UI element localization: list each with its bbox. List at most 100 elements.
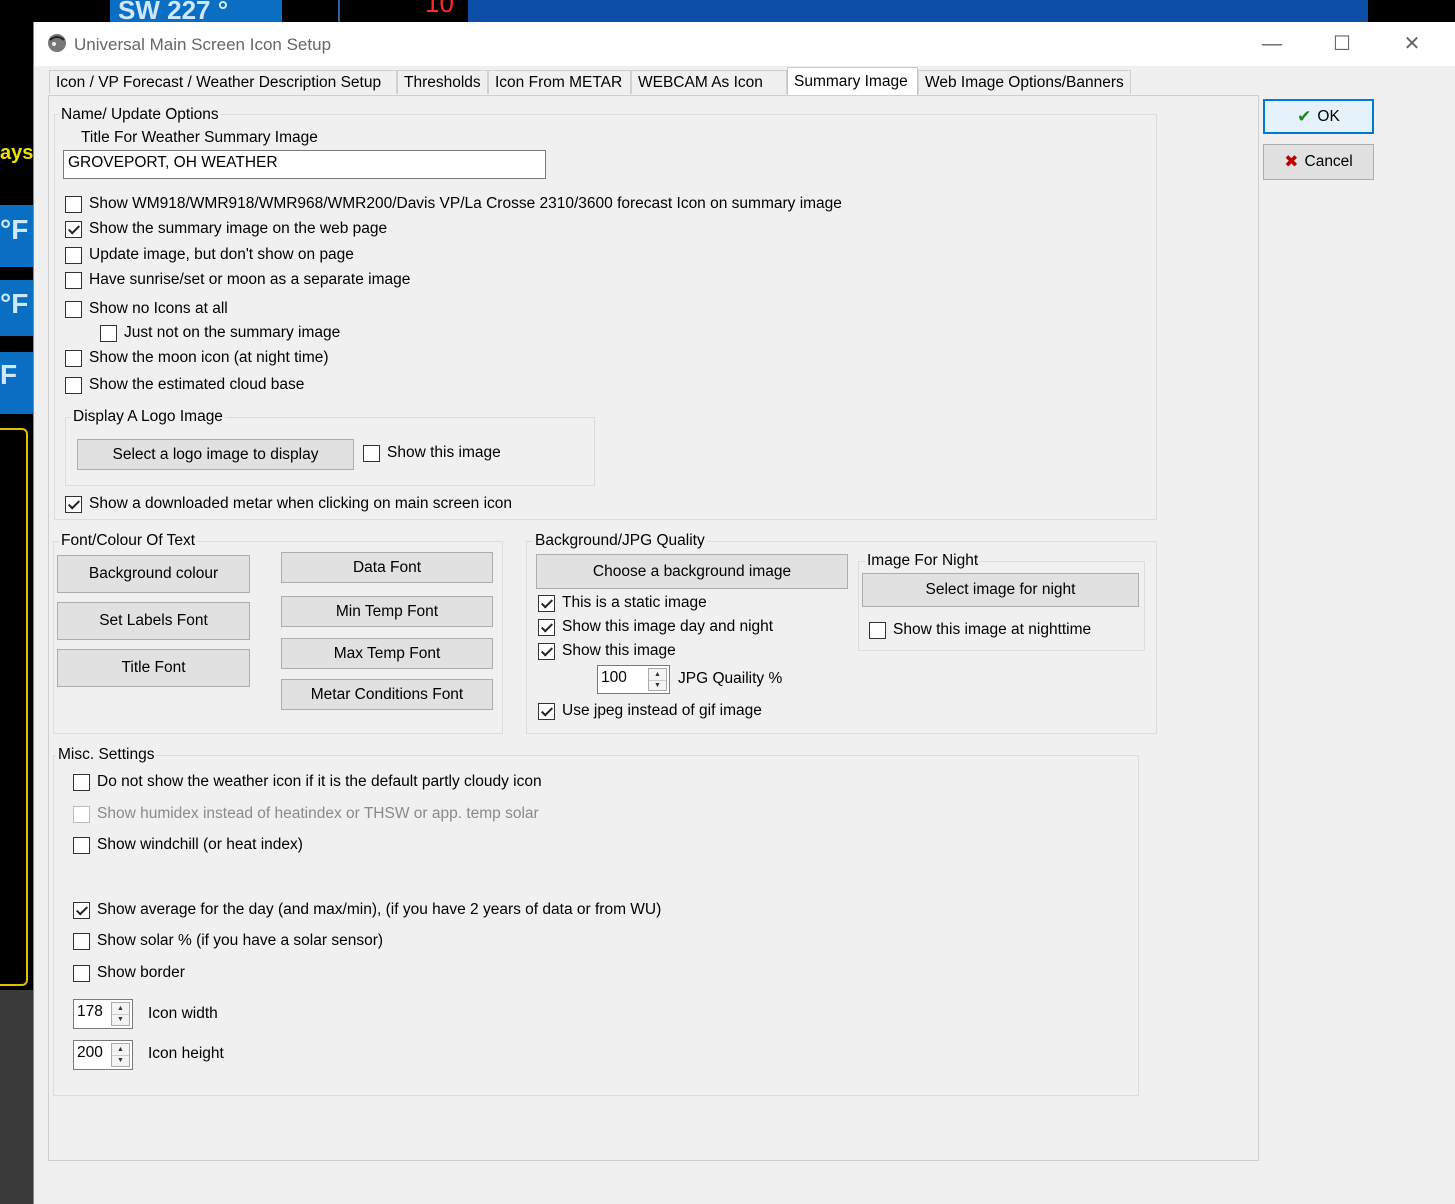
bg-graph	[468, 0, 1368, 22]
checkbox[interactable]	[65, 195, 82, 213]
logo-group-label: Display A Logo Image	[71, 408, 225, 426]
icon-width-spinner[interactable]: 178 ▲ ▼	[73, 999, 133, 1029]
cb-static-image[interactable]: This is a static image	[538, 594, 707, 612]
divider	[338, 0, 340, 22]
cb-show-moon-icon[interactable]: Show the moon icon (at night time)	[65, 349, 329, 367]
jpg-quality-label: JPG Quaility %	[678, 670, 783, 687]
checkbox[interactable]	[538, 594, 555, 612]
cb-show-average[interactable]: Show average for the day (and max/min), …	[73, 901, 661, 919]
tab-thresholds[interactable]: Thresholds	[397, 70, 488, 94]
checkbox[interactable]	[65, 300, 82, 318]
cb-just-not-summary[interactable]: Just not on the summary image	[100, 324, 340, 342]
cb-show-cloud-base[interactable]: Show the estimated cloud base	[65, 376, 304, 394]
bg-frame	[0, 428, 28, 986]
cb-show-summary-on-web[interactable]: Show the summary image on the web page	[65, 220, 387, 238]
select-night-image-button[interactable]: Select image for night	[862, 573, 1139, 607]
checkbox[interactable]	[538, 618, 555, 636]
cb-show-no-icons[interactable]: Show no Icons at all	[65, 300, 228, 318]
dialog-window: Universal Main Screen Icon Setup — ☐ ✕ I…	[33, 22, 1455, 1204]
max-temp-font-button[interactable]: Max Temp Font	[281, 638, 493, 669]
bg-days-text: ays	[0, 142, 34, 164]
minimize-button[interactable]: —	[1249, 30, 1295, 58]
cb-no-default-icon[interactable]: Do not show the weather icon if it is th…	[73, 773, 542, 791]
checkbox[interactable]	[538, 702, 555, 720]
title-field-label: Title For Weather Summary Image	[81, 129, 318, 146]
checkbox[interactable]	[538, 642, 555, 660]
spinner-arrows[interactable]: ▲ ▼	[111, 1043, 130, 1067]
cb-show-solar[interactable]: Show solar % (if you have a solar sensor…	[73, 932, 383, 950]
cb-use-jpeg[interactable]: Use jpeg instead of gif image	[538, 702, 762, 720]
checkbox[interactable]	[73, 773, 90, 791]
spin-down-icon[interactable]: ▼	[112, 1055, 129, 1066]
tab-icon-vp-forecast[interactable]: Icon / VP Forecast / Weather Description…	[49, 70, 397, 94]
icon-height-label: Icon height	[148, 1045, 224, 1062]
cb-day-and-night[interactable]: Show this image day and night	[538, 618, 773, 636]
background-jpg-group-label: Background/JPG Quality	[533, 532, 707, 550]
title-font-button[interactable]: Title Font	[57, 649, 250, 687]
checkbox[interactable]	[100, 324, 117, 342]
cb-show-at-nighttime[interactable]: Show this image at nighttime	[869, 621, 1091, 639]
font-colour-group-label: Font/Colour Of Text	[59, 532, 198, 550]
name-update-group-label: Name/ Update Options	[59, 106, 221, 124]
cb-sunrise-separate[interactable]: Have sunrise/set or moon as a separate i…	[65, 271, 410, 289]
checkbox[interactable]	[73, 901, 90, 919]
bg-number: 10	[425, 0, 454, 18]
checkbox[interactable]	[65, 349, 82, 367]
checkbox[interactable]	[73, 836, 90, 854]
checkbox[interactable]	[65, 220, 82, 238]
spin-down-icon[interactable]: ▼	[649, 680, 666, 691]
cb-show-border[interactable]: Show border	[73, 964, 185, 982]
window-title: Universal Main Screen Icon Setup	[74, 35, 332, 54]
set-labels-font-button[interactable]: Set Labels Font	[57, 602, 250, 640]
background-colour-button[interactable]: Background colour	[57, 555, 250, 593]
tab-summary-image[interactable]: Summary Image	[787, 67, 918, 95]
icon-height-spinner[interactable]: 200 ▲ ▼	[73, 1040, 133, 1070]
cb-show-this-image[interactable]: Show this image	[538, 642, 676, 660]
bg-webcam-image	[0, 990, 33, 1204]
spin-down-icon[interactable]: ▼	[112, 1014, 129, 1025]
bg-temp-3: F	[0, 352, 33, 414]
metar-conditions-font-button[interactable]: Metar Conditions Font	[281, 679, 493, 710]
cross-icon: ✖	[1284, 152, 1299, 171]
checkbox[interactable]	[363, 444, 380, 462]
cb-update-not-show[interactable]: Update image, but don't show on page	[65, 246, 354, 264]
data-font-button[interactable]: Data Font	[281, 552, 493, 583]
maximize-button[interactable]: ☐	[1319, 30, 1365, 58]
checkbox[interactable]	[65, 271, 82, 289]
ok-button[interactable]: ✔ OK	[1263, 99, 1374, 134]
checkbox[interactable]	[869, 621, 886, 639]
bg-temp-1: °F	[0, 205, 33, 267]
checkbox[interactable]	[65, 495, 82, 513]
checkbox[interactable]	[65, 246, 82, 264]
checkbox[interactable]	[73, 805, 90, 823]
checkbox[interactable]	[73, 964, 90, 982]
wind-readout: SW 227 °	[110, 0, 282, 22]
misc-settings-group-label: Misc. Settings	[56, 746, 157, 764]
select-logo-button[interactable]: Select a logo image to display	[77, 439, 354, 470]
choose-background-button[interactable]: Choose a background image	[536, 554, 848, 589]
cb-show-metar[interactable]: Show a downloaded metar when clicking on…	[65, 495, 512, 513]
close-button[interactable]: ✕	[1389, 30, 1435, 58]
checkmark-icon: ✔	[1297, 106, 1312, 126]
spinner-arrows[interactable]: ▲ ▼	[648, 668, 667, 691]
tab-web-image-options[interactable]: Web Image Options/Banners	[918, 70, 1131, 94]
spinner-arrows[interactable]: ▲ ▼	[111, 1002, 130, 1026]
checkbox[interactable]	[65, 376, 82, 394]
jpg-quality-spinner[interactable]: 100 ▲ ▼	[597, 665, 670, 694]
min-temp-font-button[interactable]: Min Temp Font	[281, 596, 493, 627]
tab-webcam-as-icon[interactable]: WEBCAM As Icon	[631, 70, 787, 94]
cb-show-forecast-icon[interactable]: Show WM918/WMR918/WMR968/WMR200/Davis VP…	[65, 195, 842, 213]
cb-show-humidex[interactable]: Show humidex instead of heatindex or THS…	[73, 805, 539, 823]
summary-title-input[interactable]: GROVEPORT, OH WEATHER	[63, 150, 546, 179]
title-bar: Universal Main Screen Icon Setup — ☐ ✕	[34, 22, 1455, 66]
tab-icon-from-metar[interactable]: Icon From METAR	[488, 70, 631, 94]
cb-show-logo[interactable]: Show this image	[363, 444, 501, 462]
app-icon	[48, 34, 66, 52]
checkbox[interactable]	[73, 932, 90, 950]
night-image-group-label: Image For Night	[865, 552, 981, 570]
tab-panel-summary-image: Name/ Update Options Title For Weather S…	[48, 95, 1259, 1161]
bg-temp-2: °F	[0, 280, 33, 336]
cancel-button[interactable]: ✖ Cancel	[1263, 144, 1374, 180]
cb-show-windchill[interactable]: Show windchill (or heat index)	[73, 836, 303, 854]
icon-width-label: Icon width	[148, 1005, 218, 1022]
